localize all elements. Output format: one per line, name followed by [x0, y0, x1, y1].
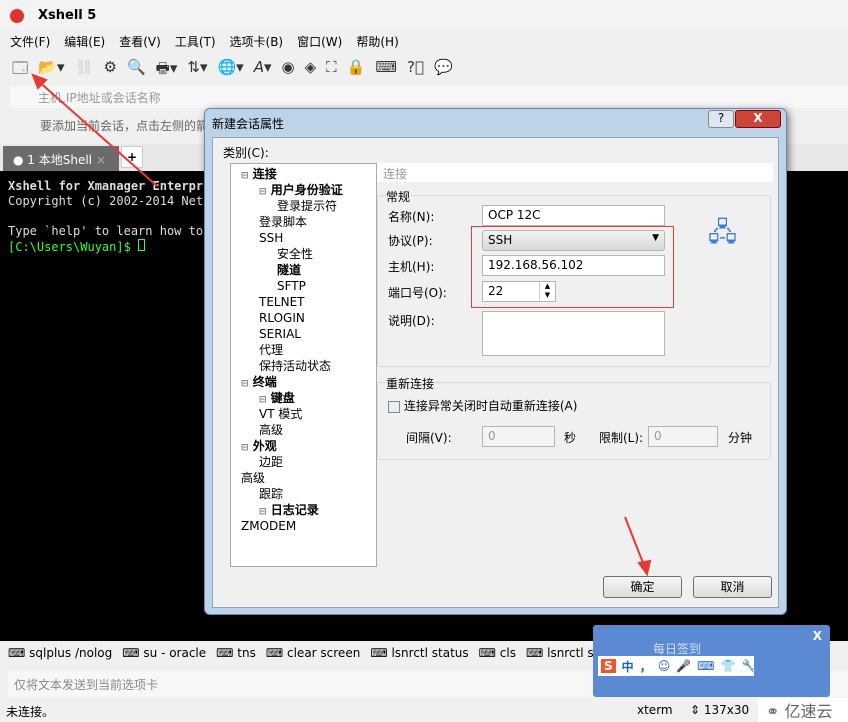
annotation-arrow: [624, 516, 646, 569]
annotation-arrow: [36, 79, 158, 187]
arrow-head: [637, 559, 652, 577]
annotation-arrows: [31, 73, 652, 577]
